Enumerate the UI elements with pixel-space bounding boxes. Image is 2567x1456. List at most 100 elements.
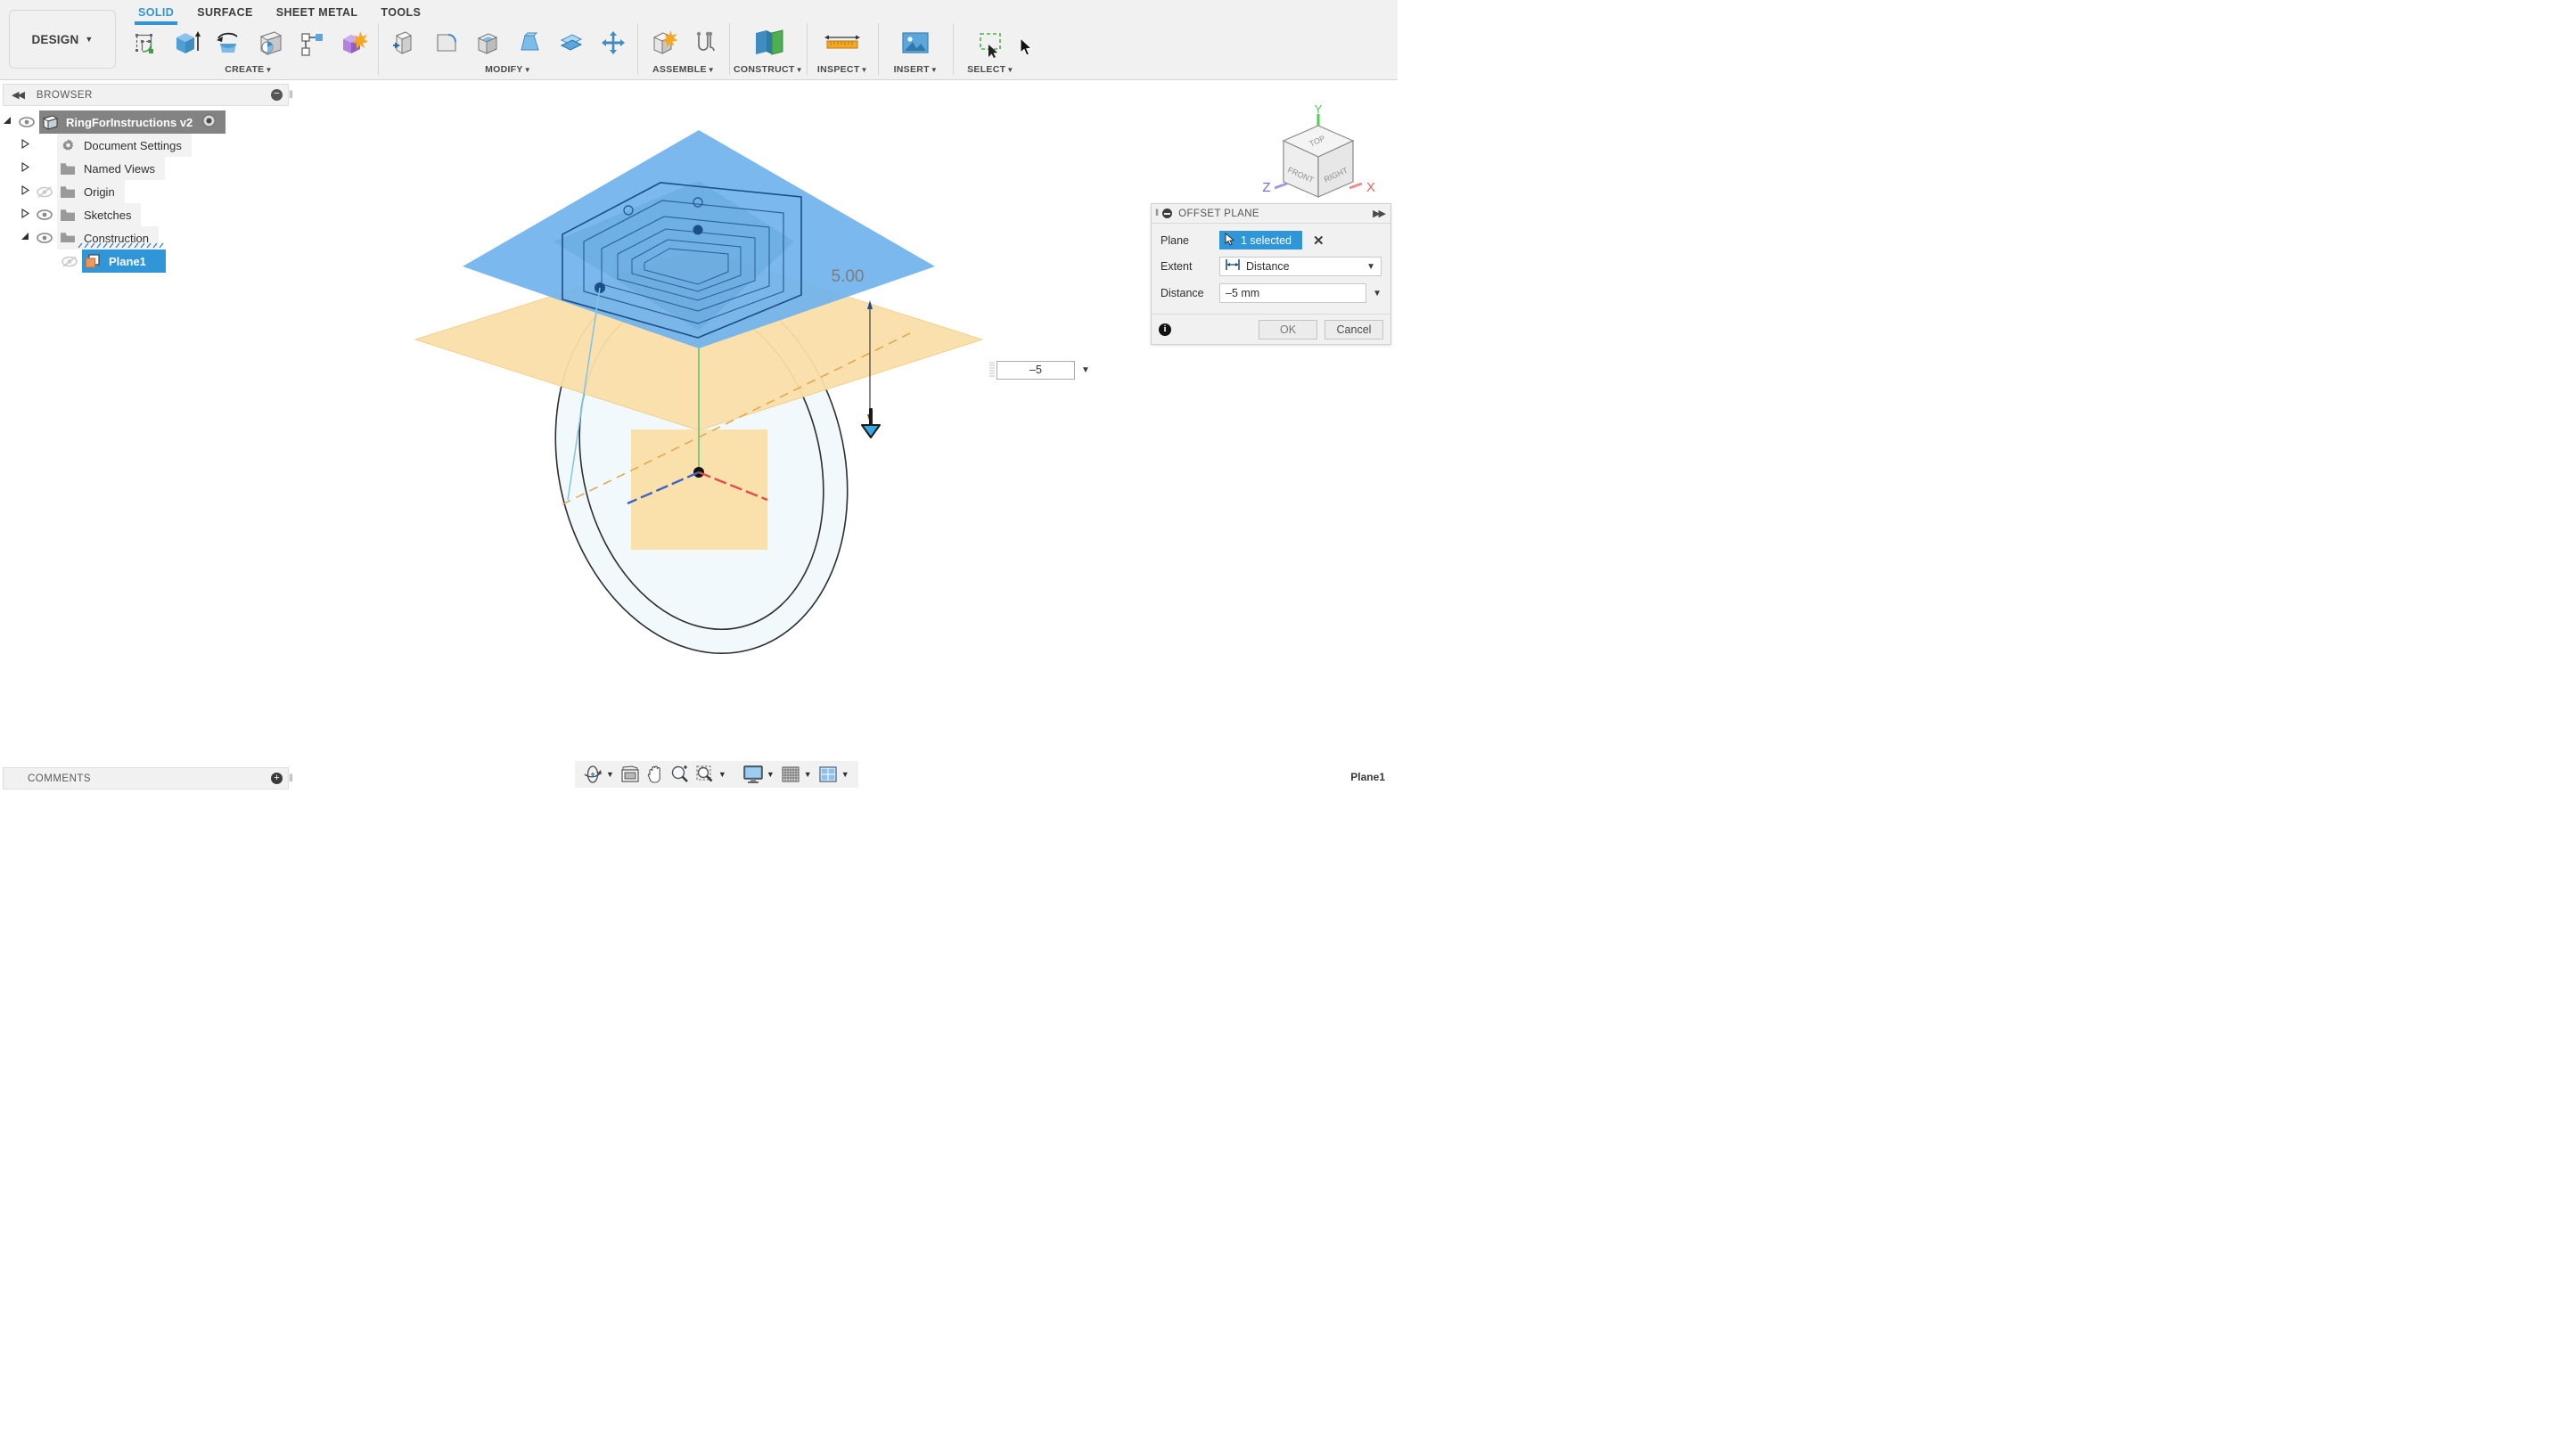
dialog-titlebar[interactable]: ‖ OFFSET PLANE ▶▶ — [1152, 204, 1390, 224]
info-icon[interactable]: i — [1159, 323, 1171, 336]
ok-button[interactable]: OK — [1259, 320, 1317, 339]
expand-arrow-icon[interactable] — [18, 162, 32, 175]
tree-row-sketches[interactable]: Sketches — [0, 203, 295, 226]
tree-row-named-views[interactable]: Named Views — [0, 157, 295, 180]
rectangular-pattern-icon[interactable] — [291, 21, 332, 63]
viewport-geometry: 5.00 — [295, 81, 1398, 793]
inline-distance-input[interactable]: –5 — [996, 361, 1075, 380]
visibility-eye-icon[interactable] — [32, 209, 57, 220]
visibility-eye-icon[interactable] — [14, 117, 39, 127]
panel-create-title[interactable]: CREATE▼ — [225, 64, 272, 75]
revolve-icon[interactable] — [207, 21, 249, 63]
new-component-icon[interactable] — [642, 21, 684, 63]
grid-snaps-button[interactable]: ▼ — [778, 761, 816, 788]
panel-construct-title[interactable]: CONSTRUCT▼ — [734, 64, 803, 75]
sketch-center-point — [693, 225, 703, 235]
tree-item-sketches[interactable]: Sketches — [57, 203, 141, 226]
distance-input[interactable]: –5 mm — [1219, 283, 1366, 303]
tree-row-plane1[interactable]: Plane1 — [0, 249, 295, 273]
panel-assemble-title[interactable]: ASSEMBLE▼ — [652, 64, 715, 75]
expand-arrow-icon[interactable] — [18, 209, 32, 221]
dialog-drag-handle[interactable]: ‖ — [1155, 209, 1157, 218]
draft-icon[interactable] — [508, 21, 550, 63]
extrude-icon[interactable] — [165, 21, 207, 63]
cancel-button[interactable]: Cancel — [1325, 320, 1383, 339]
shell-icon[interactable] — [466, 21, 508, 63]
chevron-down-icon[interactable]: ▼ — [606, 770, 614, 779]
orbit-button[interactable]: ▼ — [580, 761, 618, 788]
hole-icon[interactable] — [249, 21, 291, 63]
visibility-eye-hidden-icon[interactable] — [32, 186, 57, 198]
axis-x-label: X — [1366, 180, 1375, 195]
tree-item-origin[interactable]: Origin — [57, 180, 125, 203]
browser-resize-handle[interactable]: ‖ — [289, 88, 293, 101]
browser-minimize-button[interactable]: − — [271, 89, 283, 101]
tree-item-document-settings[interactable]: Document Settings — [57, 134, 192, 157]
collapse-left-icon[interactable]: ◀◀ — [12, 89, 23, 101]
view-cube[interactable]: Y X Z TOP FRONT RIGHT — [1255, 103, 1380, 210]
display-settings-button[interactable]: ▼ — [741, 761, 778, 788]
inline-distance-input-group[interactable]: –5 ▼ — [989, 360, 1090, 380]
move-copy-icon[interactable] — [592, 21, 634, 63]
visibility-eye-hidden-icon[interactable] — [57, 256, 82, 267]
tree-item-root[interactable]: RingForInstructions v2 — [39, 110, 226, 134]
viewports-button[interactable]: ▼ — [816, 761, 853, 788]
chevron-down-icon: ▼ — [85, 35, 93, 44]
tree-item-construction[interactable]: Construction — [57, 226, 159, 249]
expand-arrow-icon[interactable] — [18, 139, 32, 151]
pan-button[interactable] — [643, 761, 668, 788]
expand-arrow-icon[interactable] — [18, 232, 32, 244]
chevron-down-icon[interactable]: ▼ — [804, 770, 812, 779]
visibility-eye-icon[interactable] — [32, 233, 57, 243]
look-at-button[interactable] — [618, 761, 643, 788]
chevron-down-icon: ▼ — [931, 66, 938, 74]
panel-select-title[interactable]: SELECT▼ — [967, 64, 1013, 75]
chevron-down-icon: ▼ — [861, 66, 868, 74]
insert-mcmaster-icon[interactable] — [895, 21, 937, 63]
tree-item-plane1-label: Plane1 — [109, 255, 146, 268]
chevron-down-icon[interactable]: ▼ — [1373, 289, 1382, 299]
tree-item-named-views[interactable]: Named Views — [57, 157, 165, 180]
comments-resize-handle[interactable]: ‖ — [289, 772, 293, 784]
panel-modify-title[interactable]: MODIFY▼ — [485, 64, 531, 75]
tree-row-root[interactable]: RingForInstructions v2 — [0, 110, 295, 134]
viewport-3d[interactable]: 5.00 Y X Z TOP FRONT RIGHT — [295, 81, 1398, 793]
plane-selection-chip[interactable]: 1 selected — [1219, 231, 1302, 249]
zoom-window-button[interactable]: ▼ — [693, 761, 730, 788]
chevron-down-icon[interactable]: ▼ — [718, 770, 726, 779]
chevron-down-icon[interactable]: ▼ — [767, 770, 775, 779]
tree-row-construction[interactable]: Construction — [0, 226, 295, 249]
extent-dropdown[interactable]: Distance ▼ — [1219, 257, 1382, 276]
collapse-dot-icon[interactable] — [1162, 209, 1172, 218]
zoom-button[interactable] — [668, 761, 693, 788]
panel-inspect-title[interactable]: INSPECT▼ — [817, 64, 868, 75]
scale-icon[interactable] — [550, 21, 592, 63]
expand-arrow-icon[interactable] — [0, 116, 14, 128]
clear-selection-icon[interactable]: ✕ — [1313, 233, 1325, 249]
panel-insert-title[interactable]: INSERT▼ — [894, 64, 939, 75]
measure-icon[interactable] — [822, 21, 864, 63]
tree-row-document-settings[interactable]: Document Settings — [0, 134, 295, 157]
fillet-icon[interactable] — [424, 21, 466, 63]
offset-plane-icon[interactable] — [747, 21, 789, 63]
select-window-icon[interactable] — [970, 21, 1012, 63]
add-comment-button[interactable]: + — [271, 773, 283, 784]
press-pull-icon[interactable] — [382, 21, 424, 63]
tree-row-origin[interactable]: Origin — [0, 180, 295, 203]
expand-arrow-icon[interactable] — [18, 185, 32, 198]
joint-icon[interactable] — [684, 21, 726, 63]
dialog-expand-icon[interactable]: ▶▶ — [1373, 208, 1384, 219]
chevron-down-icon: ▼ — [524, 66, 531, 74]
axis-y-label: Y — [1315, 103, 1323, 116]
create-sketch-icon[interactable] — [123, 21, 165, 63]
design-workspace-button[interactable]: DESIGN ▼ — [9, 10, 116, 69]
panel-insert-label: INSERT — [894, 64, 930, 75]
chevron-down-icon[interactable]: ▼ — [1081, 365, 1090, 375]
inline-input-grip[interactable] — [989, 361, 996, 379]
appearance-dot-icon[interactable] — [202, 114, 216, 130]
chevron-down-icon[interactable]: ▼ — [841, 770, 849, 779]
chevron-down-icon[interactable]: ▼ — [1366, 262, 1375, 272]
combine-icon[interactable] — [332, 21, 374, 63]
tree-item-plane1[interactable]: Plane1 — [82, 249, 166, 273]
dialog-body: Plane 1 selected ✕ Extent Distance ▼ — [1152, 224, 1390, 314]
